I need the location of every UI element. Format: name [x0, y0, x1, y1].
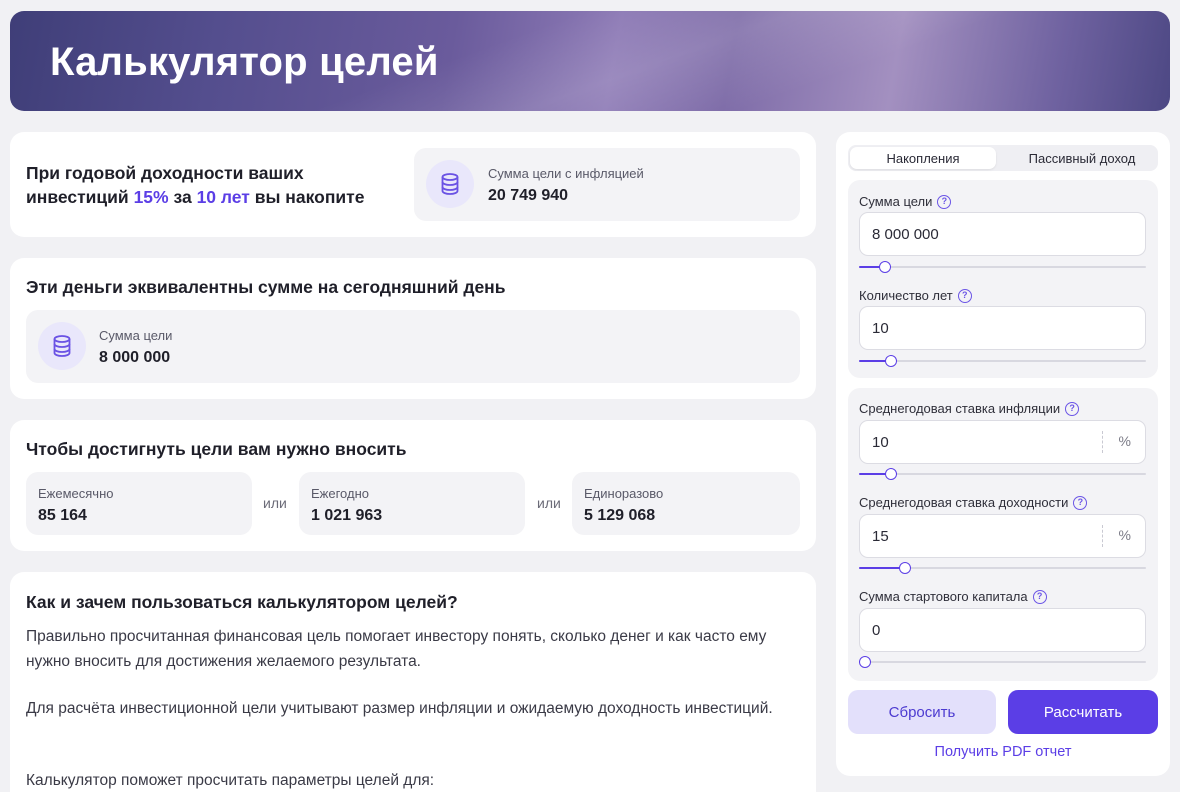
input-value: 0 — [872, 622, 881, 639]
slider-handle[interactable] — [859, 656, 871, 668]
reset-button[interactable]: Сбросить — [848, 690, 996, 734]
payment-label: Ежемесячно — [38, 486, 114, 501]
summary-prefix: инвестиций — [26, 187, 129, 207]
slider-track — [859, 661, 1146, 663]
monthly-payment: Ежемесячно 85 164 — [26, 472, 252, 535]
coins-stack-icon — [38, 322, 86, 370]
equivalent-card: Эти деньги эквивалентны сумме на сегодня… — [10, 258, 816, 399]
info-title: Как и зачем пользоваться калькулятором ц… — [26, 592, 458, 612]
inflation-goal-stat: Сумма цели с инфляцией 20 749 940 — [414, 148, 800, 221]
return-slider[interactable] — [859, 562, 1146, 574]
field-label-return: Среднегодовая ставка доходности ? — [859, 495, 1088, 510]
payment-value: 85 164 — [38, 507, 87, 524]
slider-handle[interactable] — [878, 261, 891, 273]
summary-rate: 15% — [133, 187, 169, 207]
contributions-card: Чтобы достигнуть цели вам нужно вносить … — [10, 420, 816, 551]
years-input[interactable]: 10 — [859, 306, 1146, 350]
slider-track — [859, 266, 1146, 268]
one-time-payment: Единоразово 5 129 068 — [572, 472, 800, 535]
inflation-slider[interactable] — [859, 468, 1146, 480]
input-value: 10 — [872, 434, 889, 451]
summary-line-1: При годовой доходности ваших — [26, 163, 304, 183]
page-title: Калькулятор целей — [50, 40, 439, 84]
input-value: 15 — [872, 528, 889, 545]
goal-sum-slider[interactable] — [859, 261, 1146, 273]
input-divider — [1102, 525, 1103, 547]
field-label-years: Количество лет ? — [859, 288, 972, 303]
tab-passive-income[interactable]: Пассивный доход — [1008, 147, 1156, 169]
equivalent-title: Эти деньги эквивалентны сумме на сегодня… — [26, 277, 506, 297]
or-separator: или — [263, 495, 287, 511]
inflation-input[interactable]: 10 % — [859, 420, 1146, 464]
start-capital-slider[interactable] — [859, 656, 1146, 668]
payment-value: 1 021 963 — [311, 507, 383, 524]
field-label-goal-sum: Сумма цели ? — [859, 194, 952, 209]
slider-handle[interactable] — [884, 468, 897, 480]
tab-savings[interactable]: Накопления — [850, 147, 996, 169]
field-label-text: Среднегодовая ставка доходности — [859, 495, 1069, 510]
payment-label: Ежегодно — [311, 486, 369, 501]
question-circle-icon[interactable]: ? — [1073, 495, 1088, 510]
stat-value: 8 000 000 — [99, 349, 171, 366]
slider-track — [859, 473, 1146, 475]
or-separator: или — [537, 495, 561, 511]
goal-fields-group: Сумма цели ? 8 000 000 Количество лет ? … — [848, 180, 1158, 378]
percent-unit: % — [1118, 433, 1131, 449]
slider-track — [859, 360, 1146, 362]
goal-sum-input[interactable]: 8 000 000 — [859, 212, 1146, 256]
info-paragraph: Для расчёта инвестиционной цели учитываю… — [26, 700, 773, 717]
input-divider — [1102, 431, 1103, 453]
hero-banner: Калькулятор целей — [10, 11, 1170, 111]
field-label-text: Количество лет — [859, 288, 953, 303]
stat-value: 20 749 940 — [488, 187, 569, 204]
mode-tabs: Накопления Пассивный доход — [848, 145, 1158, 171]
pdf-report-link[interactable]: Получить PDF отчет — [836, 744, 1170, 760]
summary-card: При годовой доходности ваших инвестиций … — [10, 132, 816, 237]
field-label-text: Сумма стартового капитала — [859, 589, 1028, 604]
yearly-payment: Ежегодно 1 021 963 — [299, 472, 525, 535]
stat-label: Сумма цели с инфляцией — [488, 166, 644, 181]
contributions-title: Чтобы достигнуть цели вам нужно вносить — [26, 439, 407, 459]
question-circle-icon[interactable]: ? — [1065, 401, 1080, 416]
input-value: 8 000 000 — [872, 226, 939, 243]
info-card: Как и зачем пользоваться калькулятором ц… — [10, 572, 816, 792]
summary-text: При годовой доходности ваших инвестиций … — [26, 161, 364, 209]
question-circle-icon[interactable]: ? — [957, 288, 972, 303]
summary-mid: за — [173, 187, 192, 207]
info-paragraph: Правильно просчитанная финансовая цель п… — [26, 628, 767, 670]
slider-handle[interactable] — [898, 562, 911, 574]
return-input[interactable]: 15 % — [859, 514, 1146, 558]
percent-unit: % — [1118, 527, 1131, 543]
coins-stack-icon — [426, 160, 474, 208]
stat-label: Сумма цели — [99, 328, 173, 343]
goal-stat: Сумма цели 8 000 000 — [26, 310, 800, 383]
info-paragraph: Калькулятор поможет просчитать параметры… — [26, 772, 435, 789]
calculate-button[interactable]: Рассчитать — [1008, 690, 1158, 734]
calculator-panel: Накопления Пассивный доход Сумма цели ? … — [836, 132, 1170, 776]
field-label-text: Сумма цели — [859, 194, 933, 209]
slider-handle[interactable] — [884, 355, 897, 367]
field-label-text: Среднегодовая ставка инфляции — [859, 401, 1061, 416]
payment-value: 5 129 068 — [584, 507, 656, 524]
years-slider[interactable] — [859, 355, 1146, 367]
field-label-start-capital: Сумма стартового капитала ? — [859, 589, 1047, 604]
summary-years: 10 лет — [196, 187, 250, 207]
summary-suffix: вы накопите — [254, 187, 365, 207]
question-circle-icon[interactable]: ? — [937, 194, 952, 209]
question-circle-icon[interactable]: ? — [1032, 589, 1047, 604]
rate-fields-group: Среднегодовая ставка инфляции ? 10 % Сре… — [848, 388, 1158, 681]
summary-line-2: инвестиций 15% за 10 лет вы накопите — [26, 185, 364, 209]
start-capital-input[interactable]: 0 — [859, 608, 1146, 652]
field-label-inflation: Среднегодовая ставка инфляции ? — [859, 401, 1080, 416]
input-value: 10 — [872, 320, 889, 337]
payment-label: Единоразово — [584, 486, 664, 501]
